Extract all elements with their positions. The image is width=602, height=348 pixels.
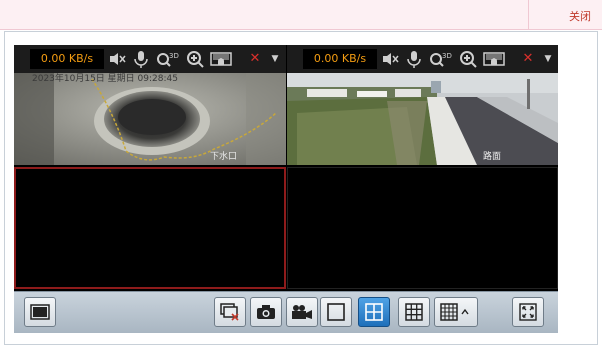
close-all-icon (220, 303, 239, 321)
svg-text:3D: 3D (442, 52, 452, 60)
close-icon[interactable]: ✕ (519, 50, 537, 68)
pane-toolbar: 0.00 KB/s 3D ✕ ▼ (287, 45, 558, 73)
record-button[interactable] (286, 297, 318, 327)
top-bar: 关闭 (0, 0, 602, 30)
snapshot-button[interactable] (250, 297, 282, 327)
monitor-icon (30, 304, 50, 320)
video-camera-icon (292, 305, 312, 319)
osd-timestamp: 2023年10月15日 星期日 09:28:45 (32, 73, 178, 84)
top-bar-divider (528, 0, 529, 30)
bitrate-display: 0.00 KB/s (303, 49, 377, 69)
video-pane-2[interactable]: 0.00 KB/s 3D ✕ ▼ 路面 (287, 45, 558, 165)
video-pane-3[interactable] (14, 167, 286, 289)
microphone-icon[interactable] (132, 50, 150, 68)
layout-16-icon (440, 303, 469, 321)
road-scene: 路面 (287, 73, 558, 165)
close-icon[interactable]: ✕ (246, 50, 264, 68)
zoom-in-icon[interactable] (186, 50, 204, 68)
osd-camera-label: 下水口 (210, 150, 237, 162)
camera-feed-2: 路面 (287, 73, 558, 165)
record-icon[interactable] (483, 50, 505, 68)
layout-9-button[interactable] (398, 297, 430, 327)
mute-icon[interactable] (381, 50, 399, 68)
fullscreen-single-button[interactable] (24, 297, 56, 327)
video-pane-4[interactable] (287, 167, 558, 289)
layout-16-button[interactable] (434, 297, 478, 327)
camera-icon (257, 305, 275, 319)
svg-text:3D: 3D (169, 52, 179, 60)
video-pane-1[interactable]: 0.00 KB/s 3D ✕ ▼ 2023年10月15日 星期日 09:28:4… (14, 45, 286, 165)
layout-4-icon (365, 303, 383, 321)
close-link[interactable]: 关闭 (560, 8, 600, 24)
microphone-icon[interactable] (405, 50, 423, 68)
fullscreen-icon (519, 303, 537, 321)
manhole-scene: 2023年10月15日 星期日 09:28:45 下水口 (14, 73, 286, 165)
osd-camera-label: 路面 (483, 150, 501, 162)
3d-zoom-icon[interactable]: 3D (429, 50, 453, 68)
pane-toolbar: 0.00 KB/s 3D ✕ ▼ (14, 45, 286, 73)
layout-4-button[interactable] (358, 297, 390, 327)
camera-feed-1: 2023年10月15日 星期日 09:28:45 下水口 (14, 73, 286, 165)
player-controls (14, 291, 558, 333)
dropdown-icon[interactable]: ▼ (539, 50, 557, 68)
record-icon[interactable] (210, 50, 232, 68)
layout-1-button[interactable] (320, 297, 352, 327)
video-player: 0.00 KB/s 3D ✕ ▼ 2023年10月15日 星期日 09:28:4… (14, 45, 558, 333)
close-all-button[interactable] (214, 297, 246, 327)
layout-9-icon (405, 303, 423, 321)
zoom-in-icon[interactable] (459, 50, 477, 68)
fullscreen-button[interactable] (512, 297, 544, 327)
bitrate-display: 0.00 KB/s (30, 49, 104, 69)
dropdown-icon[interactable]: ▼ (266, 50, 284, 68)
layout-1-icon (327, 303, 345, 321)
3d-zoom-icon[interactable]: 3D (156, 50, 180, 68)
mute-icon[interactable] (108, 50, 126, 68)
